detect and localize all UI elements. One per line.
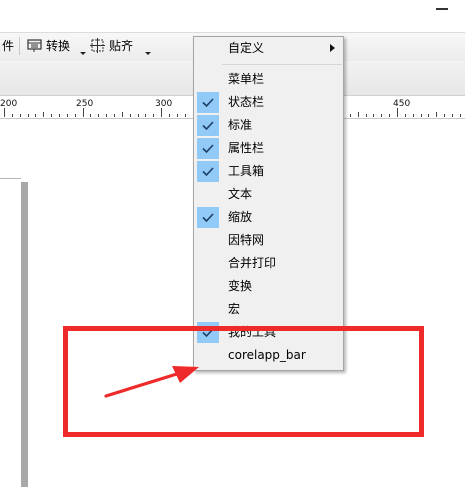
ruler-tick <box>452 114 453 117</box>
page-top-edge <box>0 178 21 179</box>
menu-item-label: 状态栏 <box>228 95 265 109</box>
title-bar <box>0 0 465 32</box>
ruler-tick <box>389 114 390 117</box>
page-shadow <box>21 182 28 487</box>
ruler-tick <box>373 114 374 117</box>
ruler-tick <box>43 112 44 117</box>
menu-item-zoom[interactable]: 缩放 <box>194 206 343 229</box>
ruler-tick <box>145 114 146 117</box>
ruler-tick <box>67 114 68 117</box>
ruler-tick <box>83 108 84 117</box>
menu-item-transform[interactable]: 变换 <box>194 275 343 298</box>
menu-item-label: 合并打印 <box>228 256 277 270</box>
menu-item-label: 变换 <box>228 279 253 293</box>
menu-item-label: 宏 <box>228 302 241 316</box>
ruler-tick <box>413 114 414 117</box>
menu-item-label: 标准 <box>228 118 253 132</box>
checkmark-icon <box>197 138 219 159</box>
menu-item-toolbox[interactable]: 工具箱 <box>194 160 343 183</box>
menu-item-property-bar[interactable]: 属性栏 <box>194 137 343 160</box>
ruler-tick <box>51 114 52 117</box>
toolbar-separator <box>19 37 20 55</box>
annotation-highlight-box <box>63 326 424 437</box>
ruler-tick <box>4 108 5 117</box>
ruler-tick <box>177 114 178 117</box>
menu-item-label: 工具箱 <box>228 164 265 178</box>
menu-item-menubar[interactable]: 菜单栏 <box>194 68 343 91</box>
ruler-tick <box>75 114 76 117</box>
menu-item-text[interactable]: 文本 <box>194 183 343 206</box>
ruler-tick <box>35 114 36 117</box>
transform-label: 转换 <box>46 39 71 53</box>
ruler-tick <box>397 108 398 117</box>
minimize-icon[interactable] <box>436 8 448 10</box>
menu-separator <box>222 64 342 65</box>
menu-item-label: 缩放 <box>228 210 253 224</box>
menu-item-standard[interactable]: 标准 <box>194 114 343 137</box>
checkmark-icon <box>197 115 219 136</box>
ruler-tick <box>169 114 170 117</box>
ruler-tick <box>20 114 21 117</box>
menu-item-statusbar[interactable]: 状态栏 <box>194 91 343 114</box>
snap-label: 贴齐 <box>109 39 134 53</box>
ruler-tick <box>436 112 437 117</box>
menu-item-print-merge[interactable]: 合并打印 <box>194 252 343 275</box>
ruler-tick <box>138 114 139 117</box>
ruler-tick <box>98 114 99 117</box>
checkmark-icon <box>197 92 219 113</box>
ruler-tick <box>59 114 60 117</box>
toolbar-context-menu: 自定义 菜单栏 状态栏 标准 属性栏 工具箱 文本 缩放 因特网 合并打印 变换… <box>193 36 344 371</box>
ruler-tick <box>12 114 13 117</box>
ruler-tick <box>114 114 115 117</box>
ruler-tick <box>122 112 123 117</box>
menu-item-internet[interactable]: 因特网 <box>194 229 343 252</box>
checkmark-icon <box>197 161 219 182</box>
ruler-tick <box>358 112 359 117</box>
ruler-tick <box>28 114 29 117</box>
menu-item-label: 自定义 <box>228 41 265 55</box>
menu-item-customize[interactable]: 自定义 <box>194 37 343 60</box>
snap-dropdown-icon[interactable] <box>145 52 151 55</box>
ruler-tick <box>421 114 422 117</box>
checkmark-icon <box>197 207 219 228</box>
submenu-arrow-icon <box>330 44 335 52</box>
ruler-tick <box>106 114 107 117</box>
snap-button[interactable]: 贴齐 <box>88 35 146 57</box>
ruler-tick <box>185 114 186 117</box>
transform-button[interactable]: 转换 <box>25 35 79 57</box>
transform-icon <box>27 39 42 52</box>
ruler-tick <box>366 114 367 117</box>
ruler-tick <box>381 114 382 117</box>
ruler-tick <box>90 114 91 117</box>
ruler-tick <box>161 108 162 117</box>
transform-dropdown-icon[interactable] <box>80 52 86 55</box>
snap-grid-icon <box>90 38 105 53</box>
ruler-tick <box>460 114 461 117</box>
ruler-tick <box>405 114 406 117</box>
menu-item-macro[interactable]: 宏 <box>194 298 343 321</box>
toolbar-partial-label[interactable]: 件 <box>2 36 14 56</box>
ruler-tick <box>153 114 154 117</box>
ruler-tick <box>444 114 445 117</box>
menu-item-label: 文本 <box>228 187 253 201</box>
menu-item-label: 属性栏 <box>228 141 265 155</box>
ruler-tick <box>428 114 429 117</box>
menu-item-label: 因特网 <box>228 233 265 247</box>
ruler-tick <box>350 114 351 117</box>
menu-item-label: 菜单栏 <box>228 72 265 86</box>
ruler-tick <box>130 114 131 117</box>
